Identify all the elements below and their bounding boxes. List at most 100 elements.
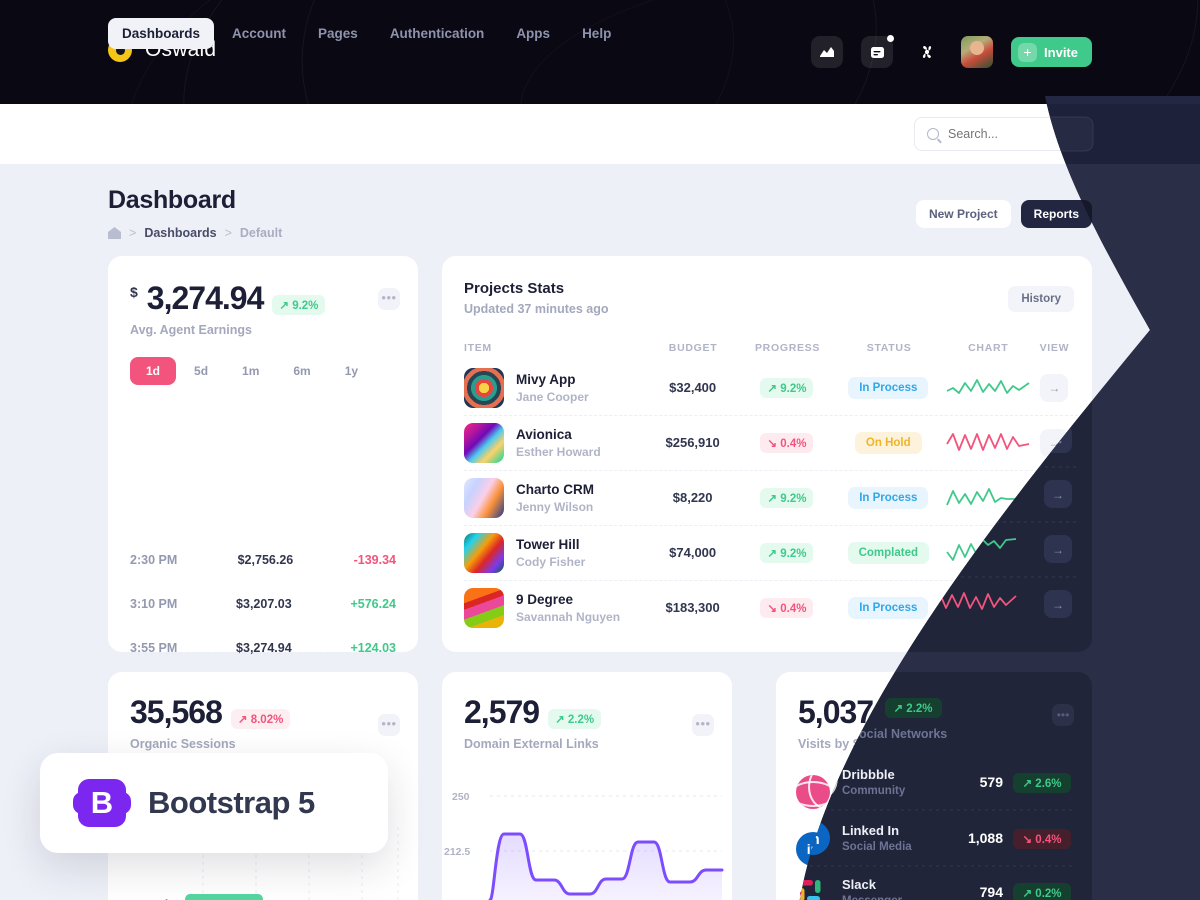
status-badge: In Process (848, 487, 929, 509)
breadcrumb-dashboards[interactable]: Dashboards (144, 226, 216, 240)
domain-links-card: 2,579 ↗ 2.2% Domain External Links ••• 2… (442, 672, 732, 900)
range-tab-1y[interactable]: 1y (329, 357, 374, 385)
bootstrap-logo-icon: B (73, 779, 131, 827)
project-progress: ↘ 0.4% (760, 433, 814, 453)
project-progress: ↗ 9.2% (760, 488, 814, 508)
table-row[interactable]: 9 Degree Savannah Nguyen $183,300 ↘ 0.4%… (464, 580, 1078, 635)
social-menu-icon[interactable]: ••• (1052, 714, 1074, 736)
project-progress: ↗ 9.2% (760, 543, 814, 563)
arrow-right-icon[interactable]: → (1040, 429, 1069, 457)
history-button[interactable]: History (1008, 286, 1074, 312)
organic-delta-badge: ↗ 8.02% (230, 709, 291, 729)
topbar-actions: + Invite (811, 35, 1092, 68)
social-visits: 579 (987, 784, 1011, 800)
arrow-right-icon[interactable]: → (1040, 484, 1069, 512)
status-badge: On Hold (854, 432, 922, 454)
table-row[interactable]: Charto CRM Jenny Wilson $8,220 ↗ 9.2% In… (464, 470, 1078, 525)
social-name: Dribbble (842, 777, 895, 792)
bootstrap-badge-label: Bootstrap 5 (148, 785, 315, 820)
project-owner: Cody Fisher (516, 555, 586, 569)
linkedin-icon: in (796, 831, 830, 866)
row-amount: $3,274.94 (236, 641, 292, 655)
notification-badge (887, 35, 895, 42)
invite-button[interactable]: + Invite (1011, 37, 1092, 67)
earnings-value: 3,274.94 (146, 280, 265, 316)
earnings-delta-badge: ↗ 9.2% (272, 295, 326, 315)
analytics-icon[interactable] (811, 36, 844, 68)
nav-item-apps[interactable]: Apps (502, 18, 564, 49)
project-budget: $8,220 (672, 490, 713, 505)
projects-title: Projects Stats (464, 280, 565, 297)
list-item[interactable]: in Linked In Social Media 1,088 ↘ 0.4% (796, 820, 1074, 876)
nav-item-help[interactable]: Help (568, 18, 625, 49)
project-sparkline (946, 378, 1030, 394)
organic-value-row: 35,568 ↗ 8.02% (130, 694, 396, 731)
list-item[interactable]: Dribbble Community 579 ↗ 2.6% (796, 764, 1074, 820)
social-delta: ↗ 0.2% (1020, 894, 1074, 900)
arrow-right-icon[interactable]: → (1040, 539, 1069, 567)
row-time: 3:55 PM (130, 641, 178, 655)
domain-delta-badge: ↗ 2.2% (548, 709, 602, 729)
social-name: Linked In (842, 833, 900, 849)
organic-menu-icon[interactable]: ••• (378, 714, 400, 736)
social-visits: 1,088 (975, 840, 1011, 857)
projects-updated: Updated 37 minutes ago (464, 302, 609, 316)
project-owner: Jane Cooper (516, 389, 589, 404)
project-progress: ↗ 9.2% (760, 377, 814, 398)
breadcrumb-separator: > (224, 226, 232, 240)
new-project-button[interactable]: New Project (915, 200, 1011, 228)
nav-item-dashboards[interactable]: Dashboards (108, 18, 215, 49)
table-row[interactable]: Tower Hill Cody Fisher $74,000 ↗ 9.2% Co… (464, 525, 1078, 580)
country-row: Canada 6,083 (130, 894, 264, 900)
nav-item-pages[interactable]: Pages (304, 18, 372, 49)
reports-button[interactable]: Reports (1020, 200, 1092, 228)
user-avatar[interactable] (961, 36, 994, 68)
project-thumbnail (464, 588, 504, 628)
project-name: Tower Hill (516, 537, 580, 552)
invite-label: Invite (1044, 44, 1078, 60)
project-budget: $183,300 (665, 600, 720, 615)
arrow-right-icon[interactable]: → (1040, 373, 1069, 402)
notifications-icon[interactable] (861, 35, 895, 68)
project-budget: $256,910 (665, 435, 720, 450)
page-title: Dashboard (108, 186, 236, 214)
col-progress: PROGRESS (754, 342, 821, 354)
range-tab-1d[interactable]: 1d (130, 357, 177, 385)
project-thumbnail (464, 533, 504, 573)
list-item[interactable]: Slack Messenger 794 ↗ 0.2% (796, 876, 1074, 900)
earnings-row: 3:55 PM $3,274.94 +124.03 (126, 626, 400, 670)
social-value-row: 5,037 ↗ 2.2% (798, 694, 1070, 731)
domain-value: 2,579 (464, 694, 540, 730)
project-owner: Esther Howard (516, 445, 601, 459)
nav-links: Dashboards Account Pages Authentication … (108, 18, 625, 49)
table-row[interactable]: Avionica Esther Howard $256,910 ↘ 0.4% O… (464, 415, 1078, 470)
range-tab-5d[interactable]: 5d (178, 357, 224, 385)
status-badge: In Process (848, 376, 929, 399)
row-amount: $2,756.26 (237, 553, 294, 567)
arrow-right-icon[interactable]: → (1040, 594, 1069, 622)
status-badge: In Process (848, 597, 929, 619)
social-visits-card: 5,037 ↗ 2.2% Visits by Social Networks •… (776, 672, 1092, 900)
social-visits: 794 (988, 897, 1011, 900)
y-tick-250: 250 (452, 791, 470, 803)
range-tab-6m[interactable]: 6m (277, 357, 326, 385)
social-category: Community (842, 795, 906, 807)
domain-menu-icon[interactable]: ••• (692, 714, 714, 736)
currency-symbol: $ (130, 284, 138, 300)
social-delta: ↗ 2.6% (1020, 782, 1074, 802)
home-icon[interactable] (108, 227, 121, 239)
breadcrumb-current: Default (239, 226, 283, 240)
search-box[interactable] (914, 117, 1092, 151)
header-buttons: New Project Reports (915, 200, 1092, 228)
table-row[interactable]: Mivy App Jane Cooper $32,400 ↗ 9.2% In P… (464, 360, 1078, 415)
nav-item-authentication[interactable]: Authentication (376, 18, 499, 49)
social-delta: ↘ 0.4% (1020, 838, 1074, 859)
page-header: Dashboard > Dashboards > Default (108, 186, 282, 240)
search-input[interactable] (948, 127, 1079, 141)
organic-label: Organic Sessions (130, 737, 236, 751)
project-name: 9 Degree (516, 592, 574, 607)
earnings-menu-icon[interactable]: ••• (378, 288, 400, 310)
share-icon[interactable] (911, 36, 943, 68)
nav-item-account[interactable]: Account (218, 18, 300, 49)
range-tab-1m[interactable]: 1m (226, 357, 275, 385)
